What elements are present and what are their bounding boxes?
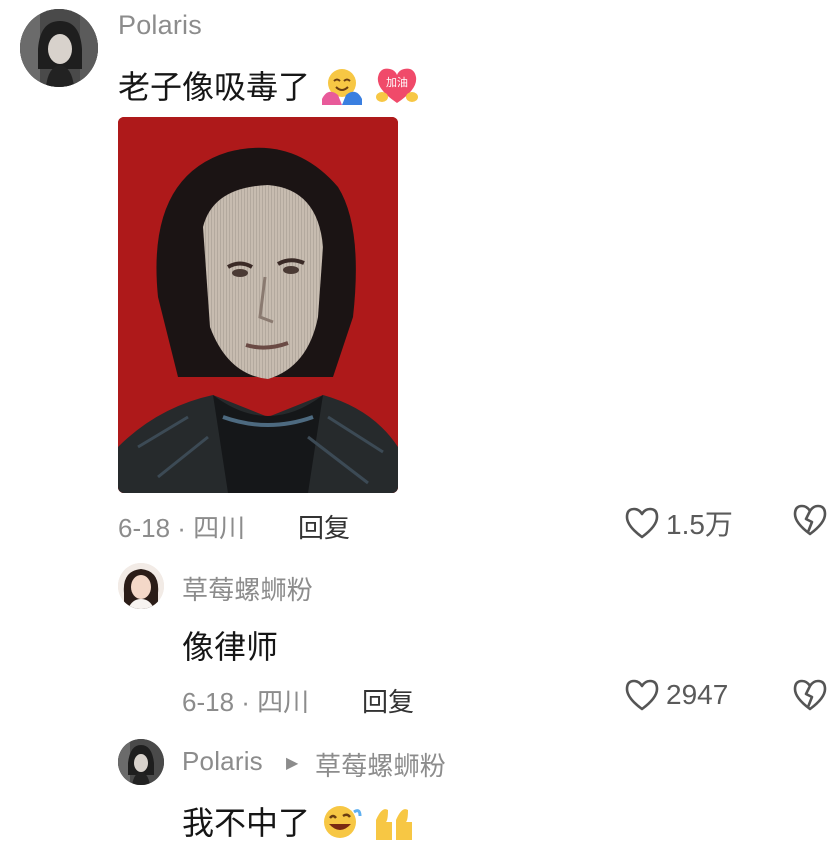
comment-username[interactable]: Polaris [118,10,202,41]
comment-image[interactable] [118,117,398,493]
comment-meta: 6-18 · 四川 [118,513,246,543]
reply-to-username[interactable]: 草莓螺蛳粉 [315,746,446,783]
like-button[interactable]: 1.5万 [624,503,733,543]
reply-arrow-icon: ▶ [286,753,299,772]
heart-icon [625,507,659,539]
like-count: 1.5万 [666,509,733,540]
sticker-text: 加油 [386,75,408,89]
comment-text: 老子像吸毒了 加油 [118,62,420,113]
reply-username[interactable]: 草莓螺蛳粉 [182,570,313,607]
avatar-image [118,563,164,609]
comment-text-content: 老子像吸毒了 [118,68,311,106]
thumbs-up-emoji-icon [372,802,416,848]
avatar-image [118,739,164,785]
dislike-button[interactable] [792,503,828,541]
broken-heart-icon [793,679,827,711]
broken-heart-icon [793,504,827,536]
reply-meta: 6-18 · 四川 [182,687,310,717]
reply-text: 像律师 [182,628,279,666]
like-count: 2947 [666,679,729,710]
comment-avatar[interactable] [20,9,98,87]
reply-button[interactable]: 回复 [362,682,414,719]
laughing-emoji-icon [320,802,362,848]
reply-avatar[interactable] [118,563,164,609]
like-button[interactable]: 2947 [624,678,728,712]
portrait-photo [118,117,398,493]
reply-avatar[interactable] [118,739,164,785]
reply-button[interactable]: 回复 [298,508,350,545]
avatar-image [20,9,98,87]
dislike-button[interactable] [792,678,828,716]
reply-username[interactable]: Polaris [182,746,263,777]
heart-icon [625,679,659,711]
reply-text-content: 我不中了 [182,804,311,842]
hug-emoji-icon [320,65,364,113]
cheer-heart-sticker-icon: 加油 [374,65,420,113]
